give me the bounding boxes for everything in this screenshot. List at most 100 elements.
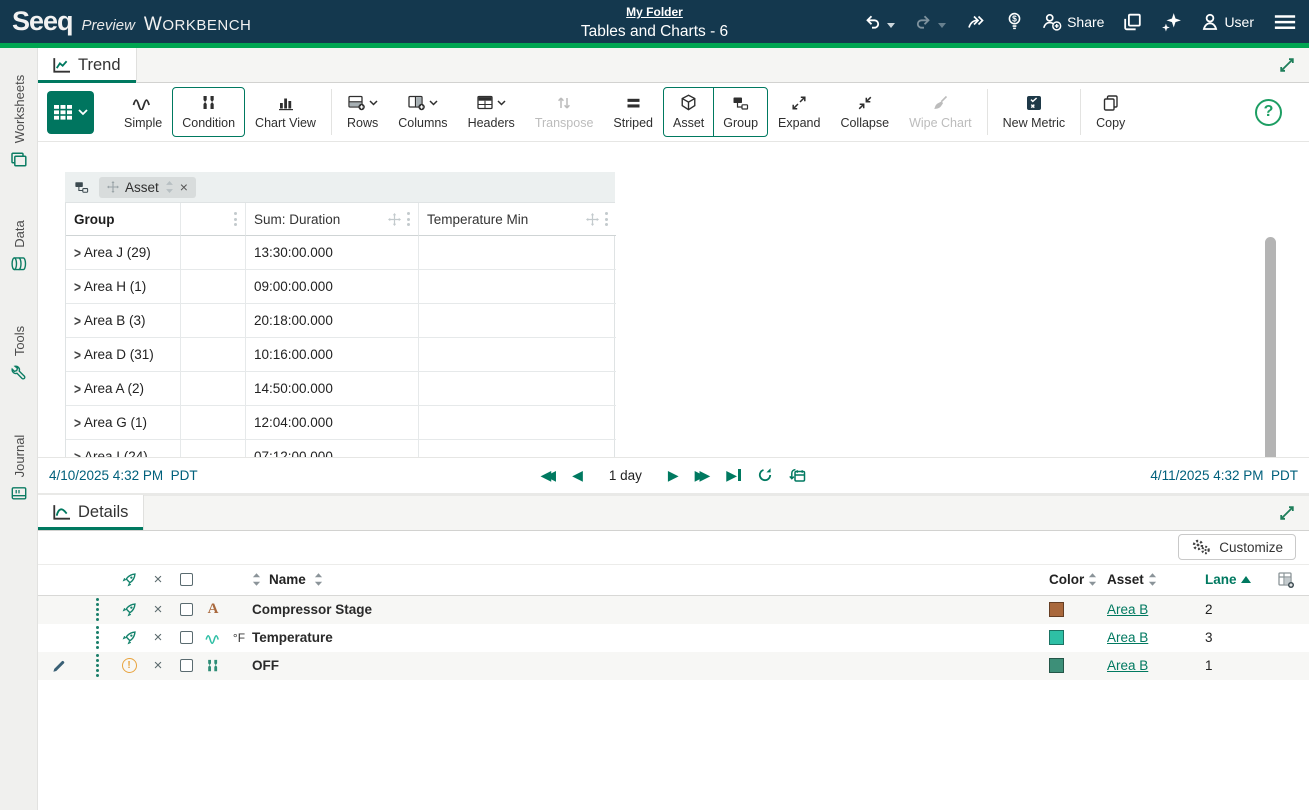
column-header-temperature[interactable]: Temperature Min	[419, 203, 616, 236]
kebab-icon[interactable]	[407, 212, 410, 226]
copy-button[interactable]: Copy	[1086, 87, 1135, 137]
sidebar-item-journal[interactable]: Journal	[0, 420, 38, 516]
help-button[interactable]: ?	[1255, 99, 1282, 126]
refresh-button[interactable]	[757, 467, 773, 483]
details-column-asset[interactable]: Asset	[1107, 572, 1205, 587]
row-expand-icon[interactable]: >	[74, 346, 81, 364]
headers-button[interactable]: Headers	[458, 87, 525, 137]
sort-icon[interactable]	[314, 573, 323, 586]
columns-button[interactable]: Columns	[388, 87, 457, 137]
transpose-button[interactable]: Transpose	[525, 87, 604, 137]
row-checkbox[interactable]	[180, 603, 193, 616]
table-row-group-cell[interactable]: >Area I (24)	[66, 440, 181, 457]
sort-icon[interactable]	[252, 573, 261, 586]
ai-assistant-button[interactable]	[1161, 12, 1182, 32]
main-menu-button[interactable]	[1273, 13, 1297, 31]
user-menu-button[interactable]: User	[1201, 13, 1254, 31]
scrollbar-thumb[interactable]	[1265, 237, 1276, 457]
table-scrollbar[interactable]	[1265, 237, 1276, 457]
color-swatch[interactable]	[1049, 630, 1064, 645]
simple-button[interactable]: Simple	[114, 87, 172, 137]
column-header-blank[interactable]	[181, 203, 246, 236]
drag-handle-icon[interactable]	[96, 654, 99, 677]
table-row-group-cell[interactable]: >Area G (1)	[66, 406, 181, 440]
remove-item-icon[interactable]: ×	[144, 658, 172, 673]
row-checkbox[interactable]	[180, 631, 193, 644]
row-expand-icon[interactable]: >	[74, 312, 81, 330]
customize-button[interactable]: Customize	[1178, 534, 1296, 560]
kebab-icon[interactable]	[234, 212, 237, 226]
remove-item-icon[interactable]: ×	[144, 602, 172, 617]
row-expand-icon[interactable]: >	[74, 244, 81, 262]
table-row-group-cell[interactable]: >Area H (1)	[66, 270, 181, 304]
details-column-color[interactable]: Color	[1049, 572, 1107, 587]
redo-button[interactable]	[914, 14, 946, 30]
sort-icon[interactable]	[1088, 573, 1097, 586]
details-expand-button[interactable]	[1279, 505, 1295, 521]
asset-link[interactable]: Area B	[1107, 658, 1148, 673]
wipe-chart-button[interactable]: Wipe Chart	[899, 87, 982, 137]
details-row-off[interactable]: ! × OFF Area B 1	[38, 652, 1309, 680]
color-swatch[interactable]	[1049, 602, 1064, 617]
select-all-checkbox[interactable]	[180, 573, 193, 586]
undo-button[interactable]	[863, 14, 895, 30]
row-expand-icon[interactable]: >	[74, 278, 81, 296]
details-row-compressor-stage[interactable]: × A Compressor Stage Area B 2	[38, 596, 1309, 624]
value-capture-button[interactable]: $	[1006, 12, 1023, 31]
send-to-tool-icon[interactable]	[114, 602, 144, 617]
add-column-button[interactable]	[1263, 572, 1309, 588]
asset-link[interactable]: Area B	[1107, 630, 1148, 645]
warning-status-icon[interactable]: !	[114, 658, 144, 673]
row-checkbox[interactable]	[180, 659, 193, 672]
step-back-fast-button[interactable]: ◀◀	[541, 468, 557, 482]
table-row-group-cell[interactable]: >Area J (29)	[66, 236, 181, 270]
sort-icon[interactable]	[1148, 573, 1157, 586]
share-button[interactable]: Share	[1042, 13, 1104, 31]
sidebar-item-worksheets[interactable]: Worksheets	[0, 62, 38, 180]
remove-item-icon[interactable]: ×	[144, 630, 172, 645]
copy-range-button[interactable]	[789, 467, 807, 483]
table-row-group-cell[interactable]: >Area A (2)	[66, 372, 181, 406]
kebab-icon[interactable]	[605, 212, 608, 226]
undo-caret-icon[interactable]	[887, 23, 895, 28]
new-metric-button[interactable]: New Metric	[993, 87, 1076, 137]
row-expand-icon[interactable]: >	[74, 380, 81, 398]
step-to-end-button[interactable]: ▶	[726, 468, 740, 482]
move-icon[interactable]	[388, 213, 401, 226]
breadcrumb-my-folder[interactable]: My Folder	[626, 5, 683, 19]
chip-remove-icon[interactable]: ×	[180, 180, 188, 194]
tab-trend[interactable]: Trend	[38, 48, 137, 83]
remove-all-icon[interactable]: ×	[144, 572, 172, 587]
collapse-button[interactable]: Collapse	[830, 87, 899, 137]
details-row-temperature[interactable]: × °F Temperature Area B 3	[38, 624, 1309, 652]
color-swatch[interactable]	[1049, 658, 1064, 673]
table-row-group-cell[interactable]: >Area D (31)	[66, 338, 181, 372]
column-header-group[interactable]: Group	[66, 203, 181, 236]
item-name[interactable]: OFF	[252, 658, 1049, 673]
step-forward-fast-button[interactable]: ▶▶	[695, 468, 711, 482]
group-button[interactable]: Group	[713, 87, 768, 137]
trend-expand-button[interactable]	[1279, 57, 1295, 73]
table-row-group-cell[interactable]: >Area B (3)	[66, 304, 181, 338]
asset-link[interactable]: Area B	[1107, 602, 1148, 617]
asset-button[interactable]: Asset	[663, 87, 714, 137]
step-back-button[interactable]: ◀	[572, 468, 583, 482]
details-column-lane[interactable]: Lane	[1205, 572, 1263, 587]
expand-button[interactable]: Expand	[768, 87, 830, 137]
edit-item-button[interactable]	[38, 659, 80, 673]
details-column-name[interactable]: Name	[252, 572, 1049, 587]
send-all-to-tool-icon[interactable]	[114, 572, 144, 587]
drag-handle-icon[interactable]	[96, 598, 99, 621]
column-header-duration[interactable]: Sum: Duration	[246, 203, 419, 236]
row-expand-icon[interactable]: >	[74, 448, 81, 457]
sidebar-item-tools[interactable]: Tools	[0, 312, 38, 394]
tab-details[interactable]: Details	[38, 495, 144, 530]
striped-button[interactable]: Striped	[603, 87, 663, 137]
row-expand-icon[interactable]: >	[74, 414, 81, 432]
worksheets-overview-button[interactable]	[1123, 13, 1142, 31]
move-icon[interactable]	[586, 213, 599, 226]
chart-view-button[interactable]: Chart View	[245, 87, 326, 137]
forward-history-button[interactable]	[965, 14, 987, 30]
sidebar-item-data[interactable]: Data	[0, 206, 38, 286]
range-start[interactable]: 4/10/2025 4:32 PM PDT	[49, 468, 198, 483]
